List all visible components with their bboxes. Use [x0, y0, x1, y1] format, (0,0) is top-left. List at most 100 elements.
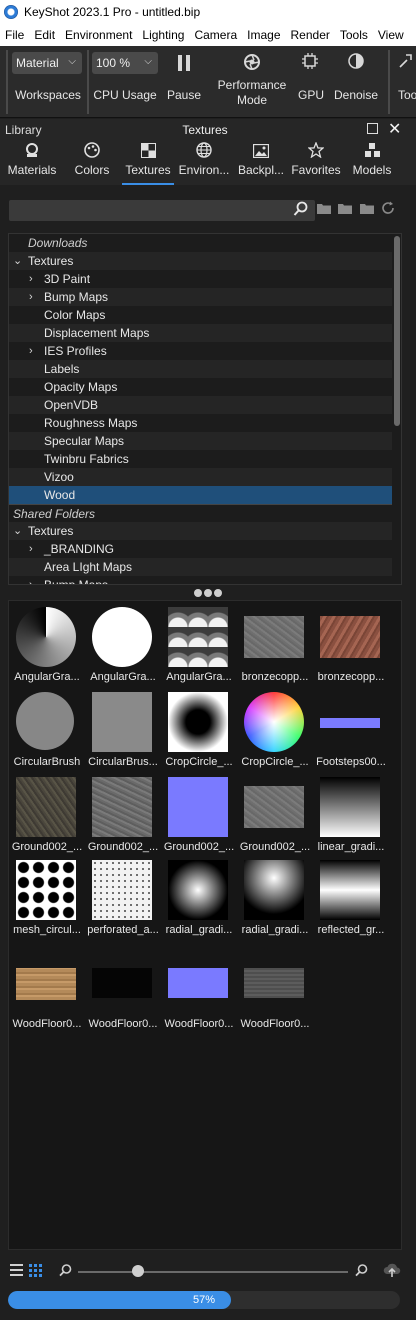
tree-row-textures[interactable]: ⌄ Textures [9, 252, 392, 270]
texture-thumbnail[interactable]: WoodFloor0... [237, 950, 311, 1034]
texture-thumbnail[interactable]: CircularBrush [9, 688, 83, 772]
texture-thumbnail[interactable]: bronzecopp... [313, 603, 387, 687]
denoise-label[interactable]: Denoise [330, 88, 382, 103]
texture-thumbnail[interactable]: radial_gradi... [237, 856, 311, 940]
chevron-right-icon[interactable]: › [29, 540, 33, 558]
tab-textures[interactable]: Textures [122, 141, 174, 185]
search-input[interactable] [9, 200, 315, 221]
texture-thumbnail[interactable]: bronzecopp... [237, 603, 311, 687]
zoom-out-icon[interactable] [59, 1264, 72, 1280]
slider-handle[interactable] [132, 1265, 144, 1277]
texture-name: Ground002_... [163, 841, 235, 853]
performance-mode-label[interactable]: Performance Mode [214, 78, 290, 108]
tree-row-3d-paint[interactable]: › 3D Paint [9, 270, 392, 288]
workspaces-label[interactable]: Workspaces [10, 88, 86, 103]
texture-thumbnail[interactable]: WoodFloor0... [9, 950, 83, 1034]
chevron-right-icon[interactable]: › [29, 342, 33, 360]
chevron-right-icon[interactable]: › [29, 576, 33, 584]
tree-row-ies-profiles[interactable]: › IES Profiles [9, 342, 392, 360]
tab-models[interactable]: Models [346, 141, 398, 185]
float-window-icon[interactable] [367, 123, 378, 134]
texture-thumbnail[interactable]: AngularGra... [161, 603, 235, 687]
tree-row-labels[interactable]: Labels [9, 360, 392, 378]
gpu-label[interactable]: GPU [294, 88, 328, 103]
chevron-right-icon[interactable]: › [29, 270, 33, 288]
panel-splitter[interactable] [0, 586, 416, 600]
pause-label[interactable]: Pause [164, 88, 204, 103]
zoom-in-icon[interactable] [355, 1264, 368, 1280]
texture-thumbnail[interactable]: CropCircle_... [237, 688, 311, 772]
cpu-usage-label[interactable]: CPU Usage [90, 88, 160, 103]
tree-section-shared-folders[interactable]: Shared Folders [9, 504, 392, 522]
tree-row-branding[interactable]: › _BRANDING [9, 540, 392, 558]
menu-edit[interactable]: Edit [29, 28, 60, 42]
tree-row-displacement-maps[interactable]: Displacement Maps [9, 324, 392, 342]
texture-thumbnail[interactable]: WoodFloor0... [161, 950, 235, 1034]
list-view-icon[interactable] [10, 1264, 23, 1279]
tree-row-shared-bump-maps[interactable]: › Bump Maps [9, 576, 392, 584]
tab-backplates[interactable]: Backpl... [234, 141, 288, 185]
tab-favorites[interactable]: Favorites [290, 141, 342, 185]
tools-icon[interactable] [396, 52, 416, 75]
denoise-icon[interactable] [344, 52, 368, 75]
tree-row-wood[interactable]: Wood [9, 486, 392, 504]
pause-icon[interactable] [170, 54, 198, 77]
tab-materials[interactable]: Materials [4, 141, 60, 185]
texture-thumbnail[interactable]: perforated_a... [85, 856, 159, 940]
menu-view[interactable]: View [373, 28, 409, 42]
tree-row-vizoo[interactable]: Vizoo [9, 468, 392, 486]
menu-render[interactable]: Render [286, 28, 335, 42]
menu-camera[interactable]: Camera [189, 28, 242, 42]
refresh-icon[interactable] [381, 201, 395, 218]
menu-lighting[interactable]: Lighting [137, 28, 189, 42]
texture-thumbnail[interactable]: CropCircle_... [161, 688, 235, 772]
texture-thumbnail[interactable]: Ground002_... [9, 773, 83, 857]
tree-row-specular-maps[interactable]: Specular Maps [9, 432, 392, 450]
texture-thumbnail[interactable]: WoodFloor0... [85, 950, 159, 1034]
add-folder-icon[interactable] [316, 201, 332, 218]
menu-tools[interactable]: Tools [335, 28, 373, 42]
menu-file[interactable]: File [0, 28, 29, 42]
texture-thumbnail[interactable]: AngularGra... [9, 603, 83, 687]
tree-row-openvdb[interactable]: OpenVDB [9, 396, 392, 414]
tree-section-downloads[interactable]: Downloads [9, 234, 392, 252]
folder-icon[interactable] [359, 201, 375, 218]
texture-thumbnail[interactable]: CircularBrus... [85, 688, 159, 772]
chevron-right-icon[interactable]: › [29, 288, 33, 306]
texture-name: Footsteps00... [316, 756, 386, 768]
cpu-usage-select[interactable]: 100 % ⌵ [92, 52, 158, 74]
tree-row-opacity-maps[interactable]: Opacity Maps [9, 378, 392, 396]
tree-row-bump-maps[interactable]: › Bump Maps [9, 288, 392, 306]
folder-icon[interactable] [337, 201, 353, 218]
chevron-down-icon[interactable]: ⌄ [13, 252, 22, 270]
texture-thumbnail[interactable]: AngularGra... [85, 603, 159, 687]
tree-row-twinbru-fabrics[interactable]: Twinbru Fabrics [9, 450, 392, 468]
performance-mode-icon[interactable] [238, 52, 266, 77]
texture-thumbnail[interactable]: Ground002_... [85, 773, 159, 857]
texture-thumbnail[interactable]: radial_gradi... [161, 856, 235, 940]
search-icon[interactable] [293, 201, 309, 220]
close-icon[interactable]: ✕ [388, 119, 401, 139]
tree-scrollbar[interactable] [394, 236, 400, 426]
texture-thumbnail[interactable]: reflected_gr... [313, 856, 387, 940]
cloud-upload-icon[interactable] [383, 1262, 401, 1281]
menu-image[interactable]: Image [242, 28, 285, 42]
tree-row-roughness-maps[interactable]: Roughness Maps [9, 414, 392, 432]
tree-row-color-maps[interactable]: Color Maps [9, 306, 392, 324]
thumbnail-size-slider[interactable] [78, 1271, 348, 1273]
texture-thumbnail[interactable]: Ground002_... [161, 773, 235, 857]
texture-thumbnail[interactable]: Ground002_... [237, 773, 311, 857]
grid-view-icon[interactable] [29, 1264, 42, 1280]
tab-environments[interactable]: Environ... [176, 141, 232, 185]
tree-row-area-light-maps[interactable]: Area LIght Maps [9, 558, 392, 576]
tree-row-shared-textures[interactable]: ⌄ Textures [9, 522, 392, 540]
menu-environment[interactable]: Environment [60, 28, 137, 42]
workspace-select[interactable]: Material ⌵ [12, 52, 82, 74]
texture-thumbnail[interactable]: linear_gradi... [313, 773, 387, 857]
tab-colors[interactable]: Colors [66, 141, 118, 185]
chevron-down-icon[interactable]: ⌄ [13, 522, 22, 540]
tools-label[interactable]: Too [398, 88, 416, 103]
gpu-chip-icon[interactable] [298, 52, 322, 75]
texture-thumbnail[interactable]: mesh_circul... [9, 856, 83, 940]
texture-thumbnail[interactable]: Footsteps00... [313, 688, 387, 772]
